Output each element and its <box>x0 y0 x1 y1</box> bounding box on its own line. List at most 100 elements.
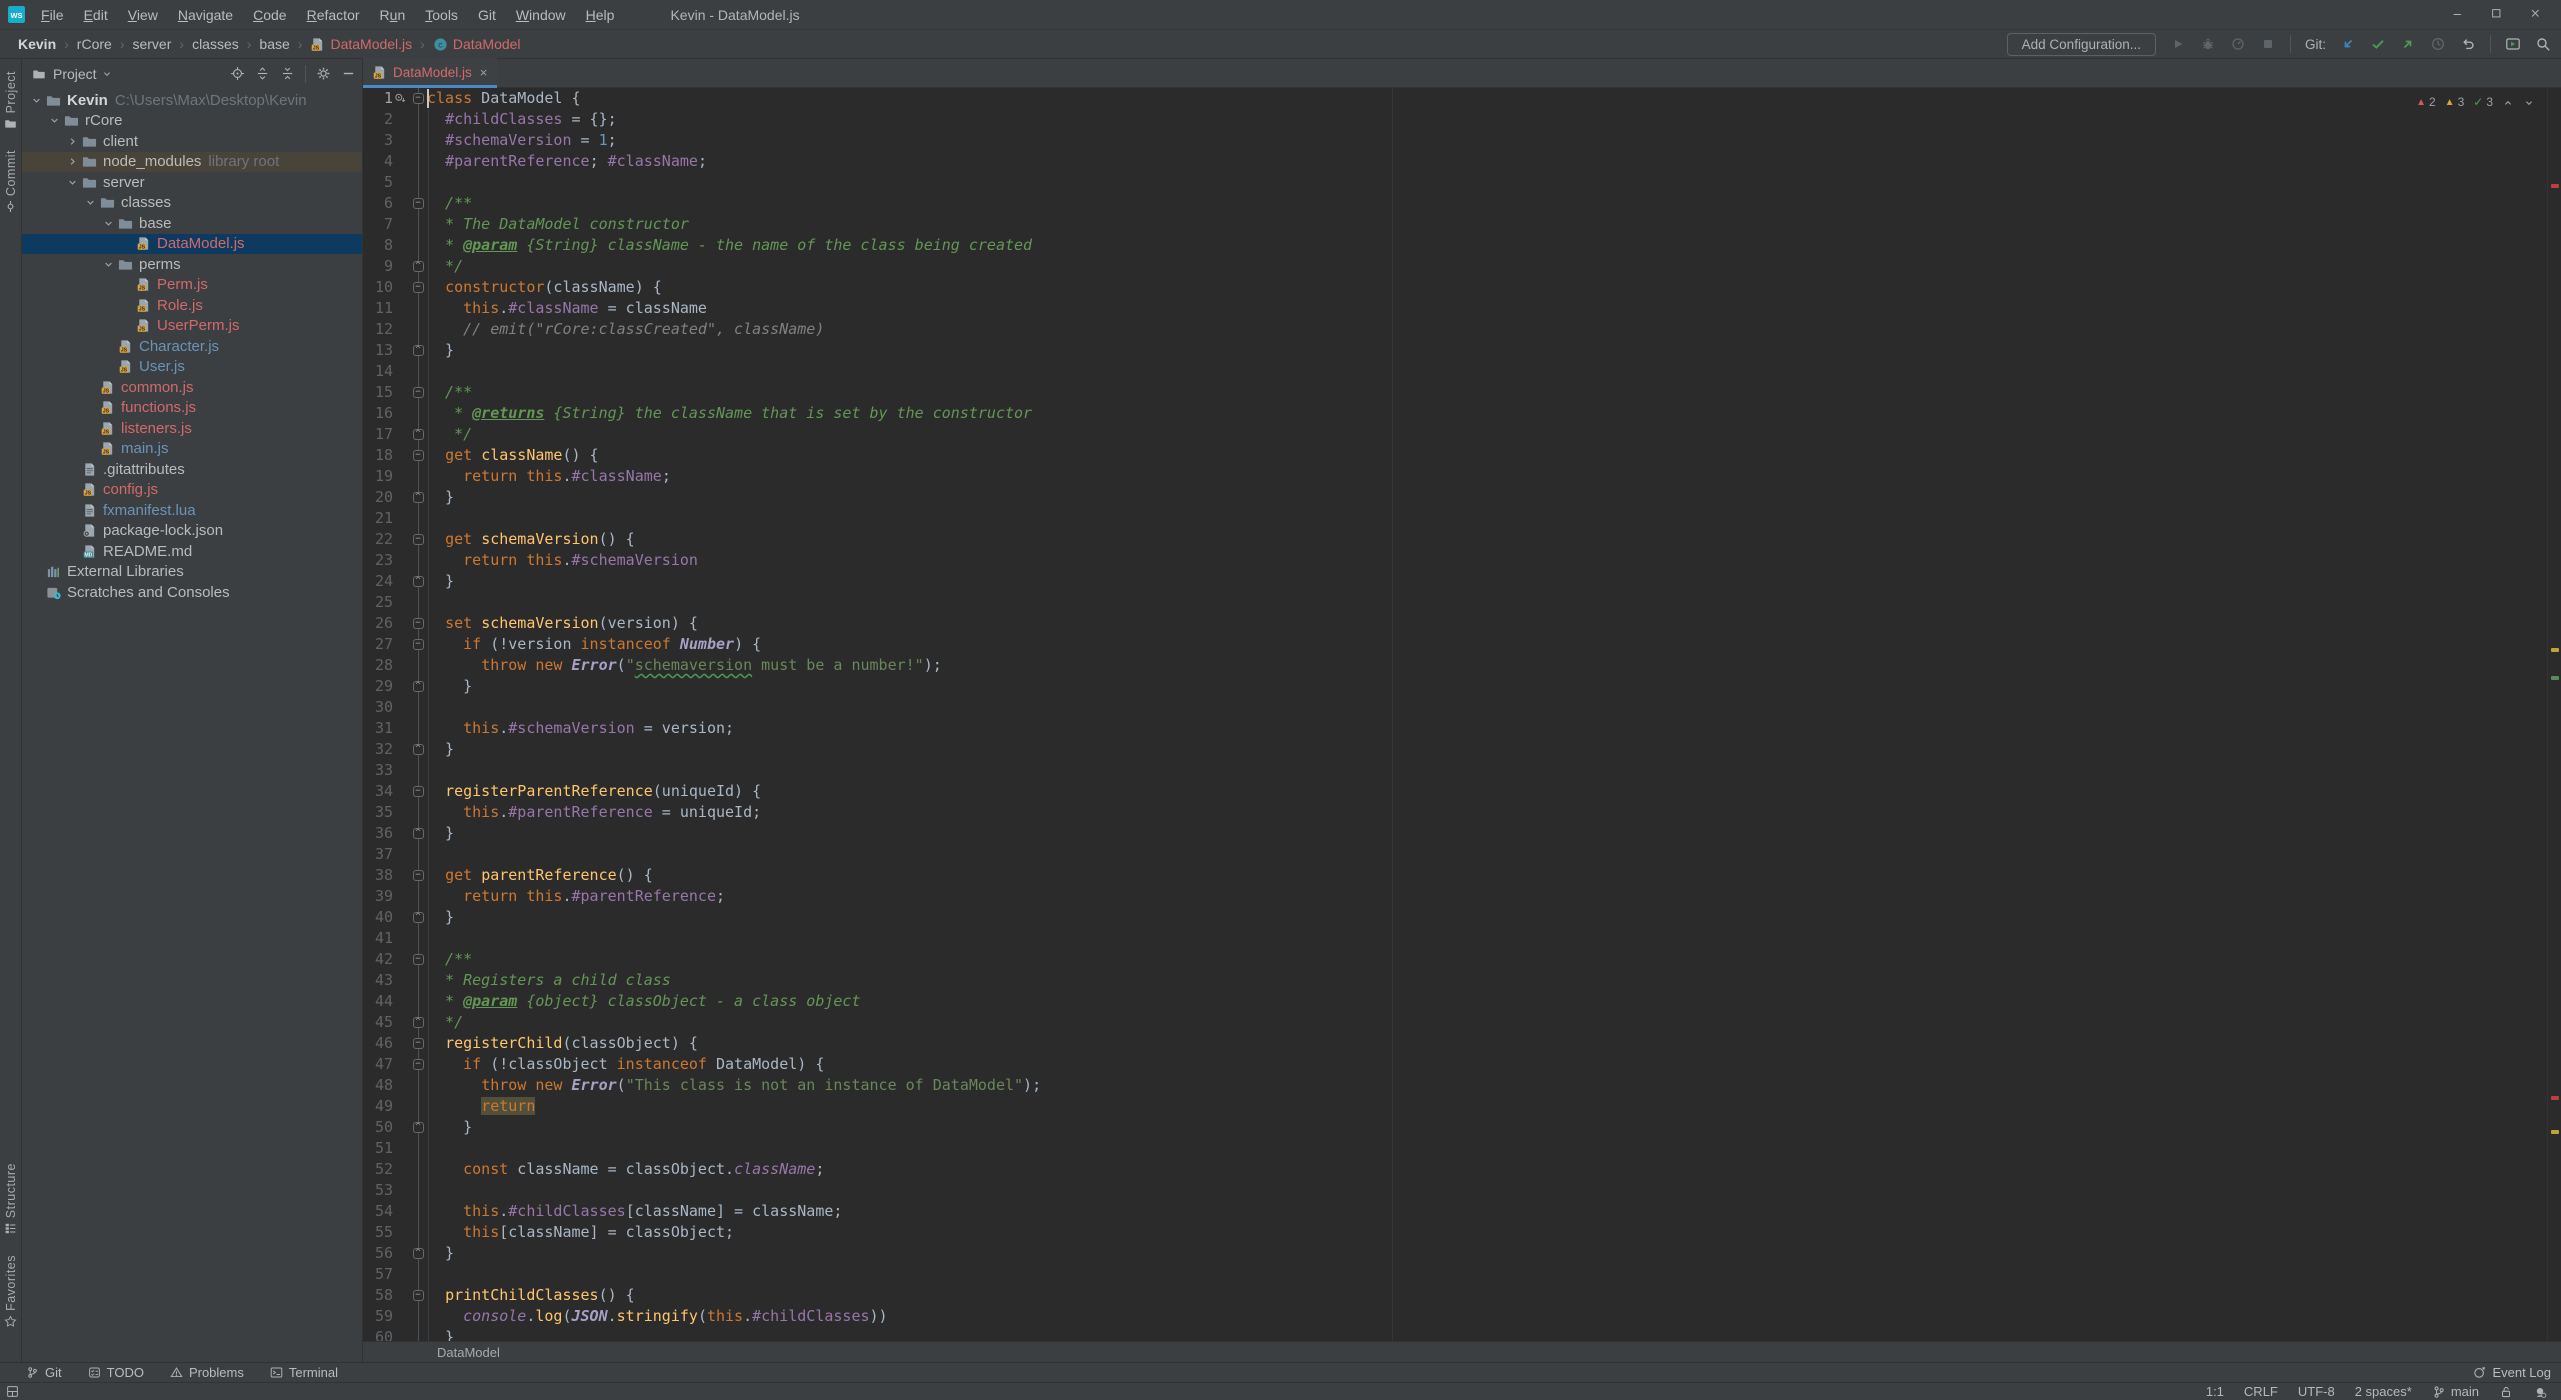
run-anything-icon[interactable] <box>2505 36 2521 52</box>
collapse-all-button-icon[interactable] <box>280 66 295 81</box>
fold-collapse-icon[interactable]: − <box>413 198 424 209</box>
tree-item-character-js[interactable]: JSCharacter.js <box>22 336 362 357</box>
error-stripe-scrollbar[interactable] <box>2547 88 2561 1341</box>
menu-refactor[interactable]: Refactor <box>297 4 370 26</box>
code-editor[interactable]: 1−class DataModel {2 #childClasses = {};… <box>363 88 2561 1341</box>
error-stripe-mark[interactable] <box>2551 676 2559 680</box>
fold-collapse-icon[interactable]: − <box>413 93 424 104</box>
file-encoding[interactable]: UTF-8 <box>2298 1384 2335 1399</box>
menu-navigate[interactable]: Navigate <box>168 4 243 26</box>
error-stripe-mark[interactable] <box>2551 1130 2559 1134</box>
is-subclassed-icon[interactable] <box>394 92 408 106</box>
error-stripe-mark[interactable] <box>2551 184 2559 188</box>
chevron-down-icon[interactable] <box>46 114 63 127</box>
tree-item-package-lock-json[interactable]: package-lock.json <box>22 521 362 542</box>
menu-git[interactable]: Git <box>468 4 506 26</box>
close-button-icon[interactable] <box>2530 8 2543 21</box>
menu-run[interactable]: Run <box>370 4 416 26</box>
tree-item-scratches-and-consoles[interactable]: Scratches and Consoles <box>22 582 362 603</box>
fold-end-icon[interactable]: ^ <box>413 744 424 755</box>
error-stripe-mark[interactable] <box>2551 1096 2559 1100</box>
menu-edit[interactable]: Edit <box>74 4 118 26</box>
add-configuration-button[interactable]: Add Configuration... <box>2007 33 2156 56</box>
menu-file[interactable]: File <box>31 4 74 26</box>
tree-item--gitattributes[interactable]: .gitattributes <box>22 459 362 480</box>
fold-collapse-icon[interactable]: − <box>413 1059 424 1070</box>
tool-window-switcher-icon[interactable] <box>6 1385 19 1398</box>
toolwindow-button-problems[interactable]: Problems <box>170 1365 244 1380</box>
error-stripe-mark[interactable] <box>2551 648 2559 652</box>
tree-item-user-js[interactable]: JSUser.js <box>22 357 362 378</box>
fold-collapse-icon[interactable]: − <box>413 1038 424 1049</box>
breadcrumb-item[interactable]: rCore <box>73 35 116 53</box>
tab-close-icon[interactable]: × <box>480 65 488 80</box>
fold-collapse-icon[interactable]: − <box>413 954 424 965</box>
fold-end-icon[interactable]: ^ <box>413 576 424 587</box>
git-push-button-icon[interactable] <box>2400 36 2416 52</box>
tree-item-main-js[interactable]: JSmain.js <box>22 439 362 460</box>
breadcrumb-file[interactable]: JSDataModel.js <box>306 35 416 53</box>
chevron-right-icon[interactable] <box>64 135 81 148</box>
inspections-level-icon[interactable] <box>2533 1385 2547 1399</box>
breadcrumb-item[interactable]: base <box>255 35 293 53</box>
fold-collapse-icon[interactable]: − <box>413 639 424 650</box>
fold-end-icon[interactable]: ^ <box>413 681 424 692</box>
minimize-button-icon[interactable] <box>2452 8 2465 21</box>
stop-button-icon[interactable] <box>2260 36 2276 52</box>
fold-collapse-icon[interactable]: − <box>413 282 424 293</box>
git-commit-button-icon[interactable] <box>2370 36 2386 52</box>
run-button-icon[interactable] <box>2170 36 2186 52</box>
inspections-widget[interactable]: ▲2 ▲3 ✓3 <box>2412 91 2539 114</box>
expand-all-button-icon[interactable] <box>255 66 270 81</box>
breadcrumb-item[interactable]: classes <box>188 35 243 53</box>
fold-collapse-icon[interactable]: − <box>413 870 424 881</box>
chevron-right-icon[interactable] <box>64 155 81 168</box>
search-everywhere-icon[interactable] <box>2535 36 2551 52</box>
chevron-down-icon[interactable] <box>100 258 117 271</box>
chevron-down-icon[interactable] <box>100 217 117 230</box>
tree-item-listeners-js[interactable]: JSlisteners.js <box>22 418 362 439</box>
tree-item-external-libraries[interactable]: External Libraries <box>22 562 362 583</box>
chevron-down-icon[interactable] <box>28 94 45 107</box>
panel-settings-button-icon[interactable] <box>316 66 331 81</box>
chevron-down-icon[interactable] <box>101 68 113 80</box>
fold-collapse-icon[interactable]: − <box>413 786 424 797</box>
fold-end-icon[interactable]: ^ <box>413 429 424 440</box>
stripe-button-commit[interactable]: Commit <box>4 144 18 213</box>
fold-end-icon[interactable]: ^ <box>413 1122 424 1133</box>
fold-end-icon[interactable]: ^ <box>413 345 424 356</box>
run-with-coverage-button-icon[interactable] <box>2230 36 2246 52</box>
fold-collapse-icon[interactable]: − <box>413 1290 424 1301</box>
tree-item-config-js[interactable]: JSconfig.js <box>22 480 362 501</box>
tree-item-server[interactable]: server <box>22 172 362 193</box>
fold-collapse-icon[interactable]: − <box>413 387 424 398</box>
breadcrumb-item[interactable]: server <box>128 35 175 53</box>
menu-tools[interactable]: Tools <box>415 4 468 26</box>
tree-item-rcore[interactable]: rCore <box>22 111 362 132</box>
debug-button-icon[interactable] <box>2200 36 2216 52</box>
fold-end-icon[interactable]: ^ <box>413 261 424 272</box>
stripe-button-project[interactable]: Project <box>4 65 18 130</box>
tree-item-readme-md[interactable]: MDREADME.md <box>22 541 362 562</box>
git-rollback-button-icon[interactable] <box>2460 36 2476 52</box>
tree-item-perms[interactable]: perms <box>22 254 362 275</box>
locate-file-button-icon[interactable] <box>230 66 245 81</box>
chevron-down-icon[interactable] <box>64 176 81 189</box>
line-separator[interactable]: CRLF <box>2244 1384 2278 1399</box>
tab-datamodel-js[interactable]: JS DataModel.js × <box>363 58 497 87</box>
tree-item-datamodel-js[interactable]: JSDataModel.js <box>22 234 362 255</box>
fold-end-icon[interactable]: ^ <box>413 912 424 923</box>
lock-icon[interactable] <box>2499 1385 2513 1399</box>
tree-item-role-js[interactable]: JSRole.js <box>22 295 362 316</box>
fold-collapse-icon[interactable]: − <box>413 618 424 629</box>
stripe-button-structure[interactable]: Structure <box>4 1157 18 1235</box>
fold-end-icon[interactable]: ^ <box>413 1017 424 1028</box>
tree-item-client[interactable]: client <box>22 131 362 152</box>
event-log-button[interactable]: Event Log <box>2473 1365 2551 1380</box>
tree-item-classes[interactable]: classes <box>22 193 362 214</box>
fold-collapse-icon[interactable]: − <box>413 534 424 545</box>
breadcrumb-element[interactable]: cDataModel <box>429 35 525 53</box>
tree-item-userperm-js[interactable]: JSUserPerm.js <box>22 316 362 337</box>
tree-item-perm-js[interactable]: JSPerm.js <box>22 275 362 296</box>
stripe-button-favorites[interactable]: Favorites <box>4 1249 18 1328</box>
